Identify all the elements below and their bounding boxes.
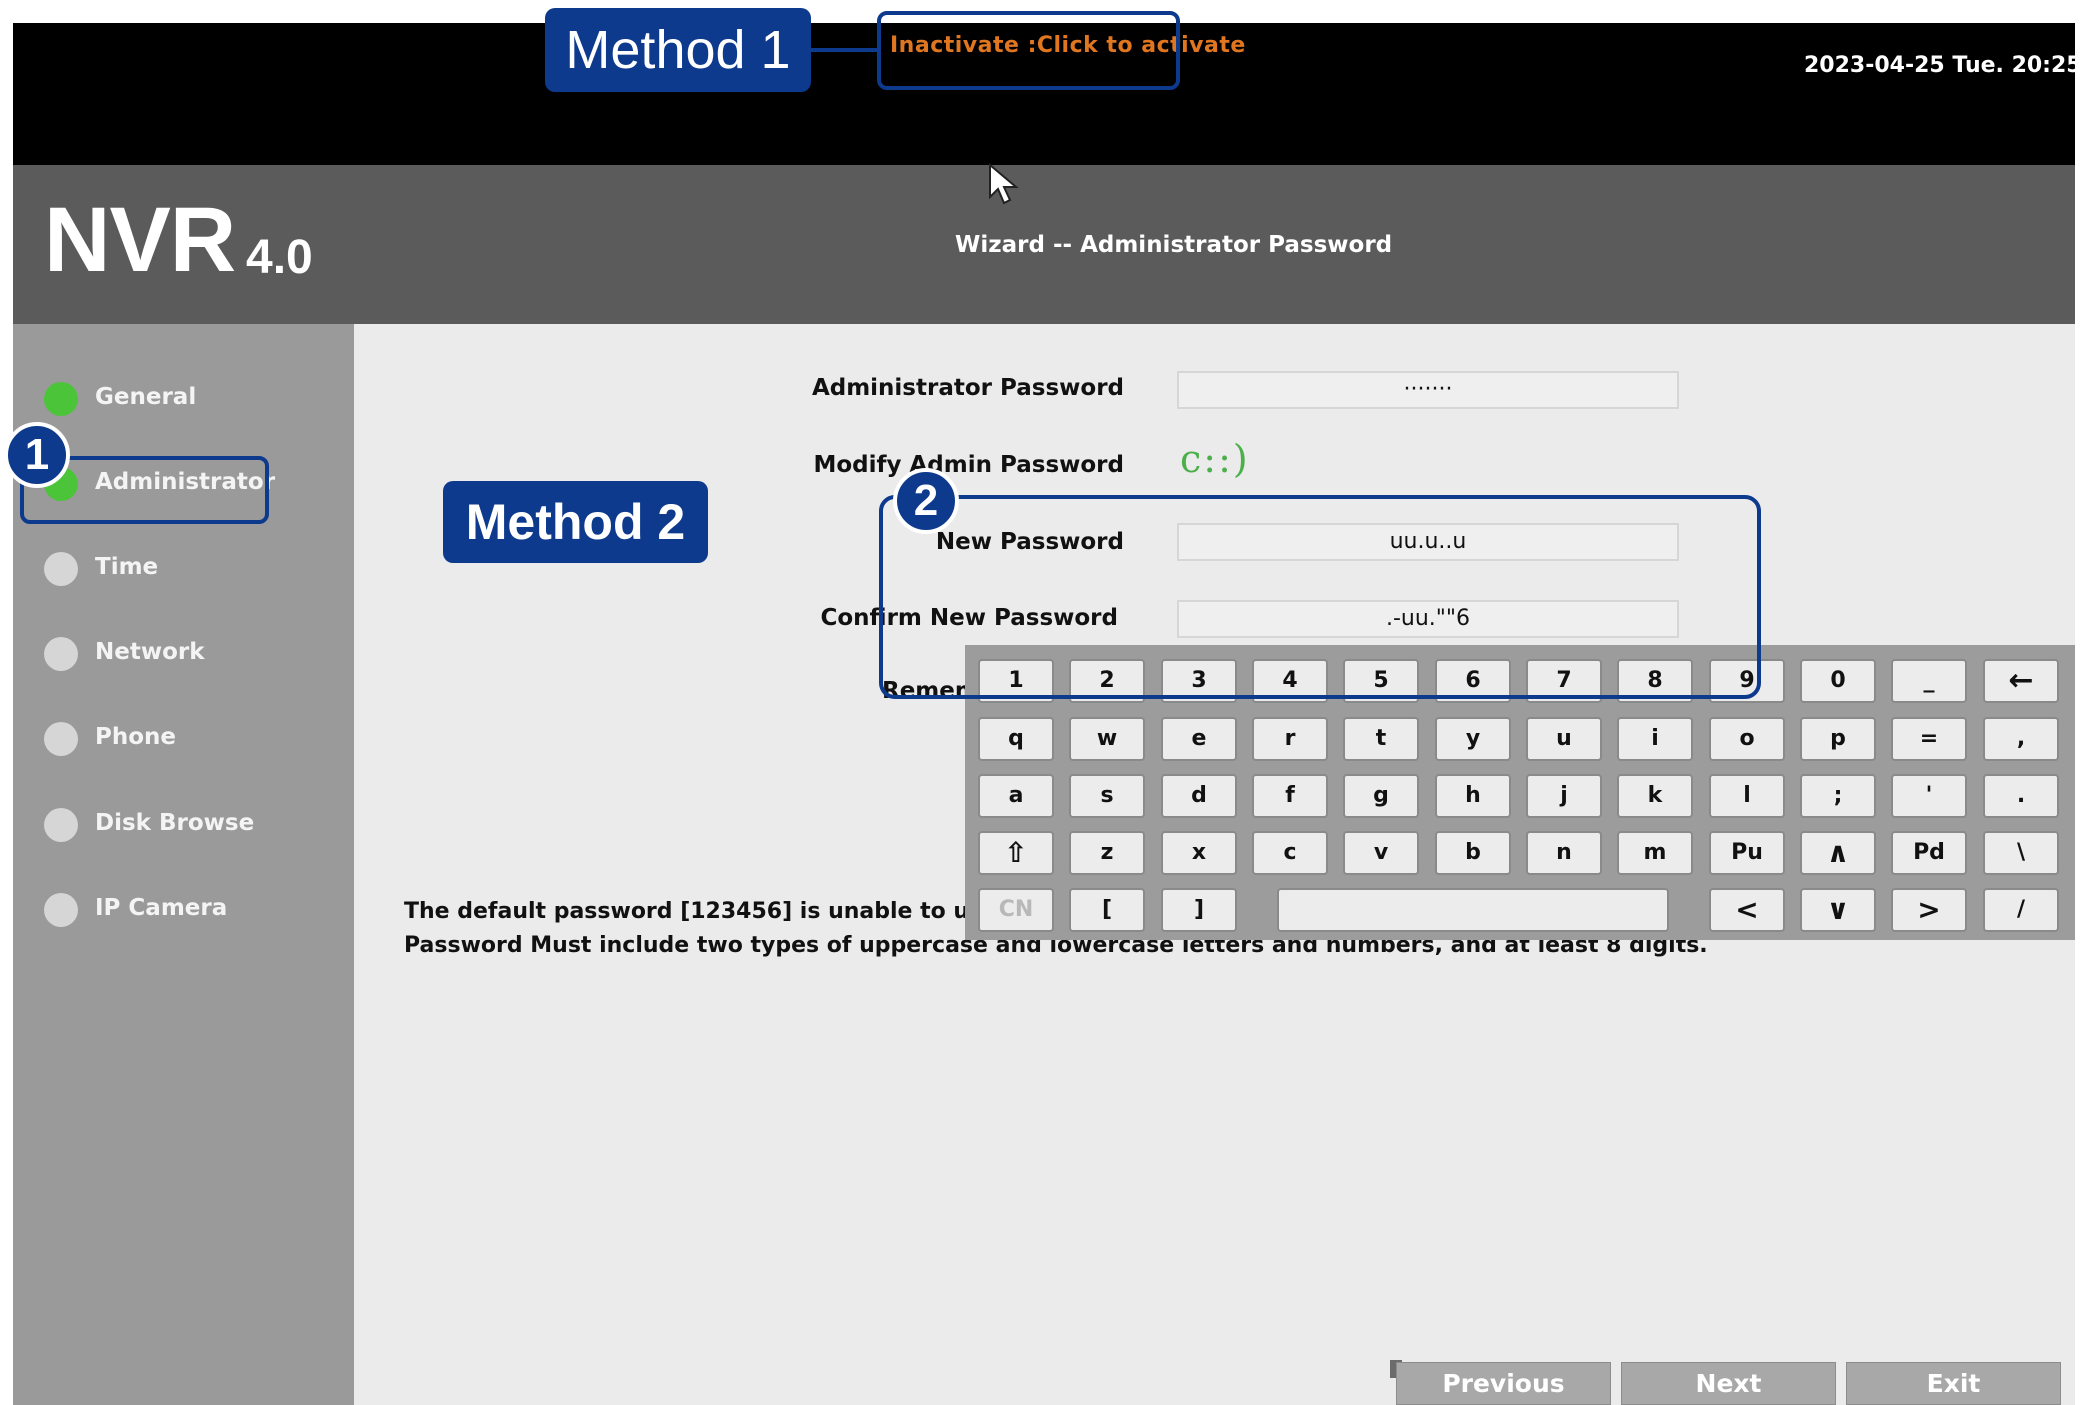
system-datetime: 2023-04-25 Tue. 20:25:53 xyxy=(1804,53,2082,78)
step-status-icon xyxy=(44,637,78,671)
key-z[interactable]: z xyxy=(1069,831,1145,875)
key-y[interactable]: y xyxy=(1435,717,1511,761)
backspace-icon: ← xyxy=(2008,663,2034,698)
key-b[interactable]: b xyxy=(1435,831,1511,875)
key-k[interactable]: k xyxy=(1617,774,1693,818)
key-page-up[interactable]: Pu xyxy=(1709,831,1785,875)
key-up[interactable]: ∧ xyxy=(1800,831,1876,875)
sidebar-item-label: Disk Browse xyxy=(95,810,255,836)
shift-icon: ⇧ xyxy=(1004,836,1028,869)
method2-callout: Method 2 xyxy=(443,481,708,563)
sidebar-item-label: Phone xyxy=(95,724,177,750)
method1-highlight-box xyxy=(877,11,1180,90)
key-comma[interactable]: , xyxy=(1983,717,2059,761)
key-left[interactable]: < xyxy=(1709,888,1785,932)
key-period[interactable]: . xyxy=(1983,774,2059,818)
key-c[interactable]: c xyxy=(1252,831,1328,875)
admin-password-field[interactable]: ······· xyxy=(1177,371,1679,409)
sidebar-item-general[interactable]: General xyxy=(40,378,340,422)
exit-button[interactable]: Exit xyxy=(1846,1362,2061,1405)
key-e[interactable]: e xyxy=(1161,717,1237,761)
step-status-icon xyxy=(44,893,78,927)
step-status-icon xyxy=(44,382,78,416)
key-left-bracket[interactable]: [ xyxy=(1069,888,1145,932)
left-arrow-icon: < xyxy=(1735,893,1759,926)
key-underscore[interactable]: _ xyxy=(1891,659,1967,703)
key-o[interactable]: o xyxy=(1709,717,1785,761)
key-s[interactable]: s xyxy=(1069,774,1145,818)
sidebar-item-ip-camera[interactable]: IP Camera xyxy=(40,889,340,933)
key-q[interactable]: q xyxy=(978,717,1054,761)
sidebar-item-time[interactable]: Time xyxy=(40,548,340,592)
key-m[interactable]: m xyxy=(1617,831,1693,875)
key-l[interactable]: l xyxy=(1709,774,1785,818)
sidebar-item-label: IP Camera xyxy=(95,895,228,921)
down-arrow-icon: ∨ xyxy=(1826,893,1850,926)
key-n[interactable]: n xyxy=(1526,831,1602,875)
key-right-bracket[interactable]: ] xyxy=(1161,888,1237,932)
mouse-cursor-icon xyxy=(989,163,1019,205)
key-equals[interactable]: = xyxy=(1891,717,1967,761)
key-0[interactable]: 0 xyxy=(1800,659,1876,703)
key-x[interactable]: x xyxy=(1161,831,1237,875)
nvr-logo: NVR xyxy=(44,189,236,291)
key-cn-input-mode[interactable]: CN xyxy=(978,888,1054,932)
step-status-icon xyxy=(44,808,78,842)
step-status-icon xyxy=(44,552,78,586)
password-hint-line-1: The default password [123456] is unable … xyxy=(404,899,1046,924)
modify-password-label: Modify Admin Password xyxy=(813,452,1124,478)
sidebar-item-disk-browse[interactable]: Disk Browse xyxy=(40,804,340,848)
key-u[interactable]: u xyxy=(1526,717,1602,761)
key-shift[interactable]: ⇧ xyxy=(978,831,1054,875)
key-f[interactable]: f xyxy=(1252,774,1328,818)
key-quote[interactable]: ' xyxy=(1891,774,1967,818)
key-g[interactable]: g xyxy=(1343,774,1419,818)
key-d[interactable]: d xyxy=(1161,774,1237,818)
key-page-down[interactable]: Pd xyxy=(1891,831,1967,875)
key-slash[interactable]: / xyxy=(1983,888,2059,932)
up-arrow-icon: ∧ xyxy=(1826,836,1850,869)
sidebar-item-network[interactable]: Network xyxy=(40,633,340,677)
sidebar-item-label: Network xyxy=(95,639,205,665)
step-status-icon xyxy=(44,722,78,756)
key-i[interactable]: i xyxy=(1617,717,1693,761)
modify-password-toggle[interactable]: c::) xyxy=(1180,437,1250,481)
key-space[interactable] xyxy=(1277,888,1669,932)
method1-connector xyxy=(811,48,877,52)
previous-button[interactable]: Previous xyxy=(1396,1362,1611,1405)
key-a[interactable]: a xyxy=(978,774,1054,818)
key-p[interactable]: p xyxy=(1800,717,1876,761)
key-v[interactable]: v xyxy=(1343,831,1419,875)
step-badge-1: 1 xyxy=(4,422,70,488)
page-title: Wizard -- Administrator Password xyxy=(955,232,1393,258)
step-badge-2: 2 xyxy=(893,468,959,534)
key-backslash[interactable]: \ xyxy=(1983,831,2059,875)
nvr-logo-version: 4.0 xyxy=(246,231,313,284)
admin-password-label: Administrator Password xyxy=(811,375,1124,401)
key-t[interactable]: t xyxy=(1343,717,1419,761)
right-arrow-icon: > xyxy=(1917,893,1941,926)
sidebar-item-label: General xyxy=(95,384,197,410)
next-button[interactable]: Next xyxy=(1621,1362,1836,1405)
sidebar-item-label: Time xyxy=(95,554,159,580)
sidebar-item-phone[interactable]: Phone xyxy=(40,718,340,762)
key-backspace[interactable]: ← xyxy=(1983,659,2059,703)
key-h[interactable]: h xyxy=(1435,774,1511,818)
key-right[interactable]: > xyxy=(1891,888,1967,932)
key-r[interactable]: r xyxy=(1252,717,1328,761)
key-down[interactable]: ∨ xyxy=(1800,888,1876,932)
new-password-highlight-box xyxy=(879,495,1761,699)
key-semicolon[interactable]: ; xyxy=(1800,774,1876,818)
method1-callout: Method 1 xyxy=(545,8,811,92)
key-j[interactable]: j xyxy=(1526,774,1602,818)
key-w[interactable]: w xyxy=(1069,717,1145,761)
